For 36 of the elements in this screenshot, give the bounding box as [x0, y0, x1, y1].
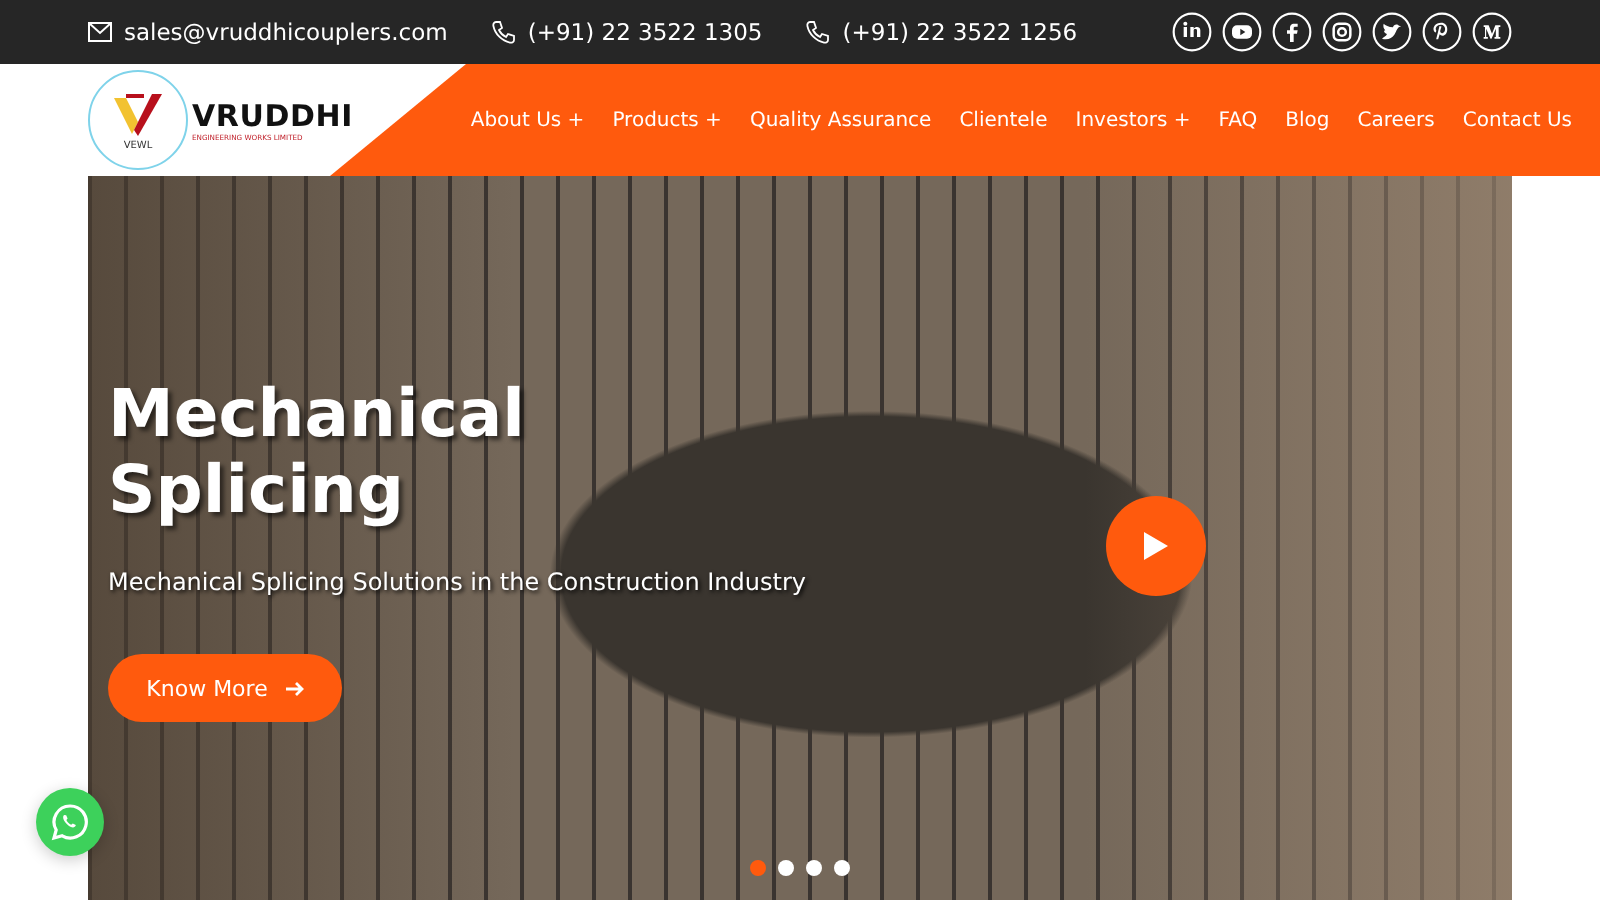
nav-link[interactable]: Quality Assurance: [749, 101, 932, 139]
slide-dot[interactable]: [750, 860, 766, 876]
hero-title: Mechanical Splicing: [108, 376, 527, 528]
twitter-icon[interactable]: [1372, 12, 1412, 52]
nav-link[interactable]: Careers: [1357, 101, 1435, 139]
pinterest-icon[interactable]: [1422, 12, 1462, 52]
phone-link[interactable]: (+91) 22 3522 1305: [527, 18, 763, 46]
phone-link[interactable]: (+91) 22 3522 1256: [842, 18, 1078, 46]
email-link[interactable]: sales@vruddhicouplers.com: [124, 18, 448, 46]
slide-dot[interactable]: [778, 860, 794, 876]
instagram-icon[interactable]: [1322, 12, 1362, 52]
play-button[interactable]: [1106, 496, 1206, 596]
medium-icon[interactable]: [1472, 12, 1512, 52]
play-icon: [1142, 530, 1170, 562]
arrow-right-icon: [285, 679, 304, 697]
slide-dot[interactable]: [806, 860, 822, 876]
whatsapp-button[interactable]: [36, 788, 104, 856]
v-logo-icon: [110, 89, 166, 137]
nav-link[interactable]: FAQ: [1218, 101, 1258, 139]
slide-dot[interactable]: [834, 860, 850, 876]
nav-link[interactable]: Products +: [612, 101, 722, 139]
nav-link[interactable]: Clientele: [959, 101, 1048, 139]
hero-subtitle: Mechanical Splicing Solutions in the Construction Industry: [108, 568, 806, 596]
mail-icon: [88, 22, 112, 42]
nav-link[interactable]: Investors +: [1075, 101, 1191, 139]
nav-link[interactable]: Blog: [1285, 101, 1330, 139]
chat-phone-icon: [50, 802, 90, 842]
know-more-button[interactable]: Know More: [108, 654, 342, 722]
phone-icon: [806, 20, 831, 44]
nav-link[interactable]: About Us +: [470, 101, 585, 139]
brand-name: VRUDDHI: [192, 98, 353, 134]
linkedin-icon[interactable]: [1172, 12, 1212, 52]
nav-link[interactable]: Contact Us: [1462, 101, 1572, 139]
phone-icon: [491, 20, 516, 44]
youtube-icon[interactable]: [1222, 12, 1262, 52]
facebook-icon[interactable]: [1272, 12, 1312, 52]
